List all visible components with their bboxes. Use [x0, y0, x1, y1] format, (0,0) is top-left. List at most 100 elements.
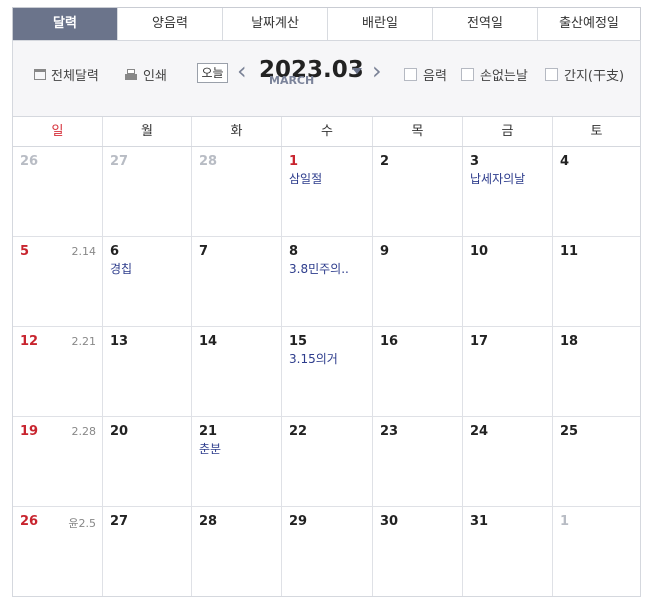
tab-date-calc[interactable]: 날짜계산 — [222, 8, 327, 40]
weekday-header-1: 월 — [102, 117, 191, 146]
day-event[interactable]: 납세자의날 — [470, 170, 525, 187]
day-cell[interactable]: 11 — [552, 237, 640, 326]
day-cell[interactable]: 13 — [102, 327, 191, 416]
calendar-icon — [34, 69, 46, 80]
day-number: 16 — [380, 334, 399, 349]
chevron-left-icon[interactable]: ‹ — [237, 58, 247, 84]
day-cell[interactable]: 12 2.21 — [13, 327, 102, 416]
chevron-right-icon[interactable]: › — [372, 58, 382, 84]
day-number: 29 — [289, 514, 308, 529]
week-row: 26 윤2.5 27 28 29 30 31 1 — [13, 507, 640, 596]
weekday-header-2: 화 — [191, 117, 281, 146]
day-event[interactable]: 삼일절 — [289, 170, 322, 187]
day-number: 3 — [470, 154, 480, 169]
day-number: 5 — [20, 244, 30, 259]
lucky-day-checkbox[interactable] — [461, 68, 474, 81]
day-cell[interactable]: 1 — [552, 507, 640, 596]
day-cell[interactable]: 20 — [102, 417, 191, 506]
week-row: 5 2.14 6 경칩 7 8 3.8민주의.. 9 10 11 — [13, 237, 640, 327]
lunar-date: 윤2.5 — [68, 517, 96, 530]
weekday-header-3: 수 — [281, 117, 372, 146]
day-number: 26 — [20, 514, 39, 529]
day-number: 28 — [199, 154, 218, 169]
day-number: 1 — [560, 514, 570, 529]
print-icon — [125, 69, 137, 80]
day-cell[interactable]: 31 — [462, 507, 552, 596]
week-row: 26 27 28 1 삼일절 2 3 납세자의날 4 — [13, 147, 640, 237]
day-number: 21 — [199, 424, 218, 439]
day-event[interactable]: 경칩 — [110, 260, 132, 277]
day-cell[interactable]: 1 삼일절 — [281, 147, 372, 236]
ganji-label: 간지(干支) — [564, 69, 625, 84]
ganji-toggle[interactable]: 간지(干支) — [545, 65, 624, 84]
day-cell[interactable]: 8 3.8민주의.. — [281, 237, 372, 326]
day-number: 12 — [20, 334, 39, 349]
print-button[interactable]: 인쇄 — [125, 65, 167, 84]
day-cell[interactable]: 25 — [552, 417, 640, 506]
day-number: 22 — [289, 424, 308, 439]
tab-ovulation[interactable]: 배란일 — [327, 8, 432, 40]
day-cell[interactable]: 7 — [191, 237, 281, 326]
day-cell[interactable]: 26 윤2.5 — [13, 507, 102, 596]
lunar-checkbox[interactable] — [404, 68, 417, 81]
day-number: 10 — [470, 244, 489, 259]
day-number: 24 — [470, 424, 489, 439]
day-number: 26 — [20, 154, 39, 169]
day-number: 8 — [289, 244, 299, 259]
day-cell[interactable]: 24 — [462, 417, 552, 506]
day-number: 2 — [380, 154, 390, 169]
lunar-toggle[interactable]: 음력 — [404, 65, 447, 84]
day-number: 25 — [560, 424, 579, 439]
week-row: 12 2.21 13 14 15 3.15의거 16 17 18 — [13, 327, 640, 417]
day-cell[interactable]: 22 — [281, 417, 372, 506]
day-cell[interactable]: 2 — [372, 147, 462, 236]
day-cell[interactable]: 16 — [372, 327, 462, 416]
day-event[interactable]: 3.15의거 — [289, 350, 338, 367]
caret-down-icon[interactable] — [352, 68, 362, 74]
day-cell[interactable]: 18 — [552, 327, 640, 416]
day-cell[interactable]: 3 납세자의날 — [462, 147, 552, 236]
day-number: 23 — [380, 424, 399, 439]
lunar-date: 2.28 — [71, 425, 97, 438]
day-event[interactable]: 3.8민주의.. — [289, 260, 349, 277]
day-cell[interactable]: 5 2.14 — [13, 237, 102, 326]
day-cell[interactable]: 29 — [281, 507, 372, 596]
day-cell[interactable]: 9 — [372, 237, 462, 326]
day-cell[interactable]: 19 2.28 — [13, 417, 102, 506]
day-number: 20 — [110, 424, 129, 439]
day-cell[interactable]: 28 — [191, 507, 281, 596]
lucky-day-label: 손없는날 — [480, 69, 528, 84]
weekday-header-0: 일 — [51, 124, 64, 139]
day-cell[interactable]: 10 — [462, 237, 552, 326]
day-cell[interactable]: 27 — [102, 507, 191, 596]
month-subtitle: MARCH — [269, 74, 315, 87]
day-cell[interactable]: 23 — [372, 417, 462, 506]
print-label: 인쇄 — [143, 69, 167, 84]
today-button[interactable]: 오늘 — [197, 63, 228, 83]
day-cell[interactable]: 4 — [552, 147, 640, 236]
tab-bar: 달력 양음력 날짜계산 배란일 전역일 출산예정일 — [12, 7, 641, 40]
lucky-day-toggle[interactable]: 손없는날 — [461, 65, 528, 84]
day-cell[interactable]: 6 경칩 — [102, 237, 191, 326]
day-cell[interactable]: 26 — [13, 147, 102, 236]
day-cell[interactable]: 27 — [102, 147, 191, 236]
day-number: 13 — [110, 334, 129, 349]
day-number: 30 — [380, 514, 399, 529]
day-cell[interactable]: 28 — [191, 147, 281, 236]
day-cell[interactable]: 15 3.15의거 — [281, 327, 372, 416]
day-cell[interactable]: 17 — [462, 327, 552, 416]
ganji-checkbox[interactable] — [545, 68, 558, 81]
tab-discharge-date[interactable]: 전역일 — [432, 8, 537, 40]
tab-due-date[interactable]: 출산예정일 — [537, 8, 640, 40]
tab-lunar-solar[interactable]: 양음력 — [117, 8, 222, 40]
day-number: 1 — [289, 154, 299, 169]
day-cell[interactable]: 21 춘분 — [191, 417, 281, 506]
day-cell[interactable]: 14 — [191, 327, 281, 416]
day-number: 27 — [110, 514, 129, 529]
day-cell[interactable]: 30 — [372, 507, 462, 596]
tab-calendar[interactable]: 달력 — [13, 8, 117, 40]
calendar-grid: 일월화수목금토 26 27 28 1 삼일절 2 3 납세자의날 4 5 2.14 6 경칩 7 8 3.8민… — [12, 117, 641, 597]
day-event[interactable]: 춘분 — [199, 440, 221, 457]
full-calendar-button[interactable]: 전체달력 — [34, 65, 99, 84]
day-number: 6 — [110, 244, 120, 259]
